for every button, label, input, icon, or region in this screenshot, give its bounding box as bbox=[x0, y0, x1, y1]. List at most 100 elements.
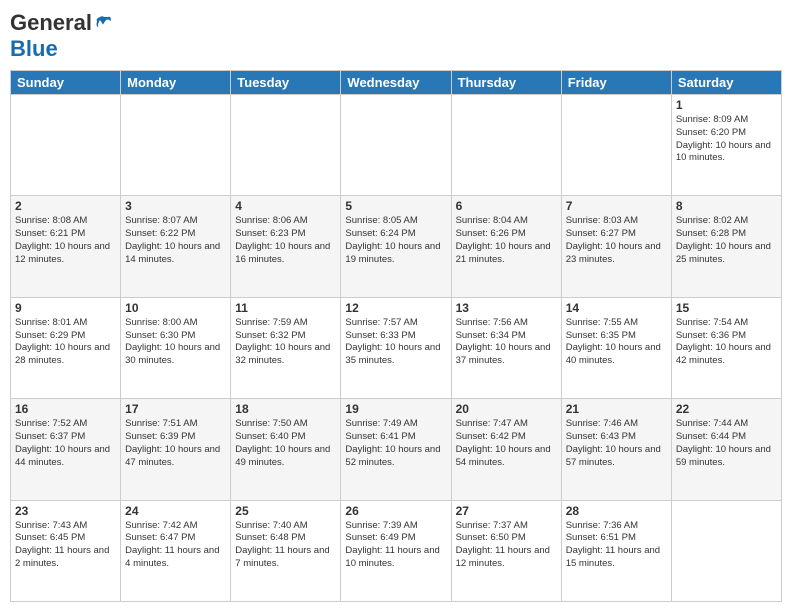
day-info: Sunrise: 7:37 AM Sunset: 6:50 PM Dayligh… bbox=[456, 520, 557, 571]
day-info: Sunrise: 8:01 AM Sunset: 6:29 PM Dayligh… bbox=[15, 317, 116, 368]
day-number: 25 bbox=[235, 504, 336, 518]
calendar-cell: 28Sunrise: 7:36 AM Sunset: 6:51 PM Dayli… bbox=[561, 500, 671, 601]
day-number: 23 bbox=[15, 504, 116, 518]
day-number: 21 bbox=[566, 402, 667, 416]
day-info: Sunrise: 7:56 AM Sunset: 6:34 PM Dayligh… bbox=[456, 317, 557, 368]
day-info: Sunrise: 7:42 AM Sunset: 6:47 PM Dayligh… bbox=[125, 520, 226, 571]
calendar-week-3: 9 Sunrise: 8:01 AM Sunset: 6:29 PM Daylig… bbox=[11, 297, 782, 398]
calendar-cell: 17 Sunrise: 7:51 AM Sunset: 6:39 PM Dayli… bbox=[121, 399, 231, 500]
day-number: 7 bbox=[566, 199, 667, 213]
day-info: Sunrise: 8:00 AM Sunset: 6:30 PM Dayligh… bbox=[125, 317, 226, 368]
calendar-cell: 5 Sunrise: 8:05 AM Sunset: 6:24 PM Daylig… bbox=[341, 196, 451, 297]
day-number: 18 bbox=[235, 402, 336, 416]
calendar-cell: 6 Sunrise: 8:04 AM Sunset: 6:26 PM Daylig… bbox=[451, 196, 561, 297]
calendar-cell: 15Sunrise: 7:54 AM Sunset: 6:36 PM Dayli… bbox=[671, 297, 781, 398]
calendar-cell: 21 Sunrise: 7:46 AM Sunset: 6:43 PM Dayli… bbox=[561, 399, 671, 500]
day-number: 9 bbox=[15, 301, 116, 315]
calendar-cell bbox=[561, 95, 671, 196]
calendar-cell: 23 Sunrise: 7:43 AM Sunset: 6:45 PM Dayli… bbox=[11, 500, 121, 601]
weekday-header-wednesday: Wednesday bbox=[341, 71, 451, 95]
day-info: Sunrise: 8:04 AM Sunset: 6:26 PM Dayligh… bbox=[456, 215, 557, 266]
calendar-cell bbox=[451, 95, 561, 196]
day-number: 14 bbox=[566, 301, 667, 315]
day-number: 26 bbox=[345, 504, 446, 518]
day-info: Sunrise: 7:57 AM Sunset: 6:33 PM Dayligh… bbox=[345, 317, 446, 368]
logo: GeneralBlue bbox=[10, 10, 112, 62]
calendar-cell: 10 Sunrise: 8:00 AM Sunset: 6:30 PM Dayli… bbox=[121, 297, 231, 398]
calendar-cell: 27 Sunrise: 7:37 AM Sunset: 6:50 PM Dayli… bbox=[451, 500, 561, 601]
calendar-cell: 11Sunrise: 7:59 AM Sunset: 6:32 PM Dayli… bbox=[231, 297, 341, 398]
calendar-cell: 20 Sunrise: 7:47 AM Sunset: 6:42 PM Dayli… bbox=[451, 399, 561, 500]
calendar-cell: 9 Sunrise: 8:01 AM Sunset: 6:29 PM Daylig… bbox=[11, 297, 121, 398]
day-info: Sunrise: 7:40 AM Sunset: 6:48 PM Dayligh… bbox=[235, 520, 336, 571]
day-number: 6 bbox=[456, 199, 557, 213]
page: GeneralBlue SundayMondayTuesdayWednesday… bbox=[0, 0, 792, 612]
calendar-cell: 1 Sunrise: 8:09 AM Sunset: 6:20 PM Daylig… bbox=[671, 95, 781, 196]
day-number: 10 bbox=[125, 301, 226, 315]
day-number: 22 bbox=[676, 402, 777, 416]
calendar-cell: 24 Sunrise: 7:42 AM Sunset: 6:47 PM Dayli… bbox=[121, 500, 231, 601]
calendar-table: SundayMondayTuesdayWednesdayThursdayFrid… bbox=[10, 70, 782, 602]
calendar-cell: 26 Sunrise: 7:39 AM Sunset: 6:49 PM Dayli… bbox=[341, 500, 451, 601]
calendar-week-5: 23 Sunrise: 7:43 AM Sunset: 6:45 PM Dayli… bbox=[11, 500, 782, 601]
calendar-cell: 18 Sunrise: 7:50 AM Sunset: 6:40 PM Dayli… bbox=[231, 399, 341, 500]
day-number: 13 bbox=[456, 301, 557, 315]
calendar-week-1: 1 Sunrise: 8:09 AM Sunset: 6:20 PM Daylig… bbox=[11, 95, 782, 196]
logo-general-text: General bbox=[10, 10, 92, 36]
day-info: Sunrise: 7:52 AM Sunset: 6:37 PM Dayligh… bbox=[15, 418, 116, 469]
day-number: 2 bbox=[15, 199, 116, 213]
day-info: Sunrise: 8:02 AM Sunset: 6:28 PM Dayligh… bbox=[676, 215, 777, 266]
day-info: Sunrise: 7:55 AM Sunset: 6:35 PM Dayligh… bbox=[566, 317, 667, 368]
day-info: Sunrise: 7:59 AM Sunset: 6:32 PM Dayligh… bbox=[235, 317, 336, 368]
day-number: 1 bbox=[676, 98, 777, 112]
day-number: 3 bbox=[125, 199, 226, 213]
day-number: 16 bbox=[15, 402, 116, 416]
calendar-week-4: 16 Sunrise: 7:52 AM Sunset: 6:37 PM Dayli… bbox=[11, 399, 782, 500]
calendar-cell: 12 Sunrise: 7:57 AM Sunset: 6:33 PM Dayli… bbox=[341, 297, 451, 398]
calendar-cell: 3 Sunrise: 8:07 AM Sunset: 6:22 PM Daylig… bbox=[121, 196, 231, 297]
day-info: Sunrise: 7:39 AM Sunset: 6:49 PM Dayligh… bbox=[345, 520, 446, 571]
calendar-cell bbox=[671, 500, 781, 601]
day-number: 20 bbox=[456, 402, 557, 416]
weekday-header-row: SundayMondayTuesdayWednesdayThursdayFrid… bbox=[11, 71, 782, 95]
day-info: Sunrise: 7:47 AM Sunset: 6:42 PM Dayligh… bbox=[456, 418, 557, 469]
day-number: 27 bbox=[456, 504, 557, 518]
day-number: 15 bbox=[676, 301, 777, 315]
day-info: Sunrise: 8:07 AM Sunset: 6:22 PM Dayligh… bbox=[125, 215, 226, 266]
calendar-cell: 19 Sunrise: 7:49 AM Sunset: 6:41 PM Dayli… bbox=[341, 399, 451, 500]
calendar-cell: 25 Sunrise: 7:40 AM Sunset: 6:48 PM Dayli… bbox=[231, 500, 341, 601]
day-info: Sunrise: 8:08 AM Sunset: 6:21 PM Dayligh… bbox=[15, 215, 116, 266]
day-number: 17 bbox=[125, 402, 226, 416]
calendar-cell bbox=[121, 95, 231, 196]
day-info: Sunrise: 7:46 AM Sunset: 6:43 PM Dayligh… bbox=[566, 418, 667, 469]
weekday-header-sunday: Sunday bbox=[11, 71, 121, 95]
calendar-cell: 4Sunrise: 8:06 AM Sunset: 6:23 PM Daylig… bbox=[231, 196, 341, 297]
day-number: 24 bbox=[125, 504, 226, 518]
weekday-header-tuesday: Tuesday bbox=[231, 71, 341, 95]
day-info: Sunrise: 7:44 AM Sunset: 6:44 PM Dayligh… bbox=[676, 418, 777, 469]
calendar-cell bbox=[231, 95, 341, 196]
weekday-header-monday: Monday bbox=[121, 71, 231, 95]
day-number: 8 bbox=[676, 199, 777, 213]
day-info: Sunrise: 7:43 AM Sunset: 6:45 PM Dayligh… bbox=[15, 520, 116, 571]
day-info: Sunrise: 8:09 AM Sunset: 6:20 PM Dayligh… bbox=[676, 114, 777, 165]
day-info: Sunrise: 7:49 AM Sunset: 6:41 PM Dayligh… bbox=[345, 418, 446, 469]
day-info: Sunrise: 7:50 AM Sunset: 6:40 PM Dayligh… bbox=[235, 418, 336, 469]
day-number: 5 bbox=[345, 199, 446, 213]
calendar-cell: 7 Sunrise: 8:03 AM Sunset: 6:27 PM Daylig… bbox=[561, 196, 671, 297]
day-info: Sunrise: 8:03 AM Sunset: 6:27 PM Dayligh… bbox=[566, 215, 667, 266]
day-info: Sunrise: 7:51 AM Sunset: 6:39 PM Dayligh… bbox=[125, 418, 226, 469]
day-number: 12 bbox=[345, 301, 446, 315]
calendar-cell: 13 Sunrise: 7:56 AM Sunset: 6:34 PM Dayli… bbox=[451, 297, 561, 398]
day-info: Sunrise: 8:05 AM Sunset: 6:24 PM Dayligh… bbox=[345, 215, 446, 266]
logo-bird-icon bbox=[94, 14, 112, 32]
day-info: Sunrise: 8:06 AM Sunset: 6:23 PM Dayligh… bbox=[235, 215, 336, 266]
calendar-cell: 2 Sunrise: 8:08 AM Sunset: 6:21 PM Daylig… bbox=[11, 196, 121, 297]
calendar-cell: 22 Sunrise: 7:44 AM Sunset: 6:44 PM Dayli… bbox=[671, 399, 781, 500]
day-number: 19 bbox=[345, 402, 446, 416]
header: GeneralBlue bbox=[10, 10, 782, 62]
calendar-cell bbox=[341, 95, 451, 196]
weekday-header-friday: Friday bbox=[561, 71, 671, 95]
calendar-week-2: 2 Sunrise: 8:08 AM Sunset: 6:21 PM Daylig… bbox=[11, 196, 782, 297]
weekday-header-saturday: Saturday bbox=[671, 71, 781, 95]
